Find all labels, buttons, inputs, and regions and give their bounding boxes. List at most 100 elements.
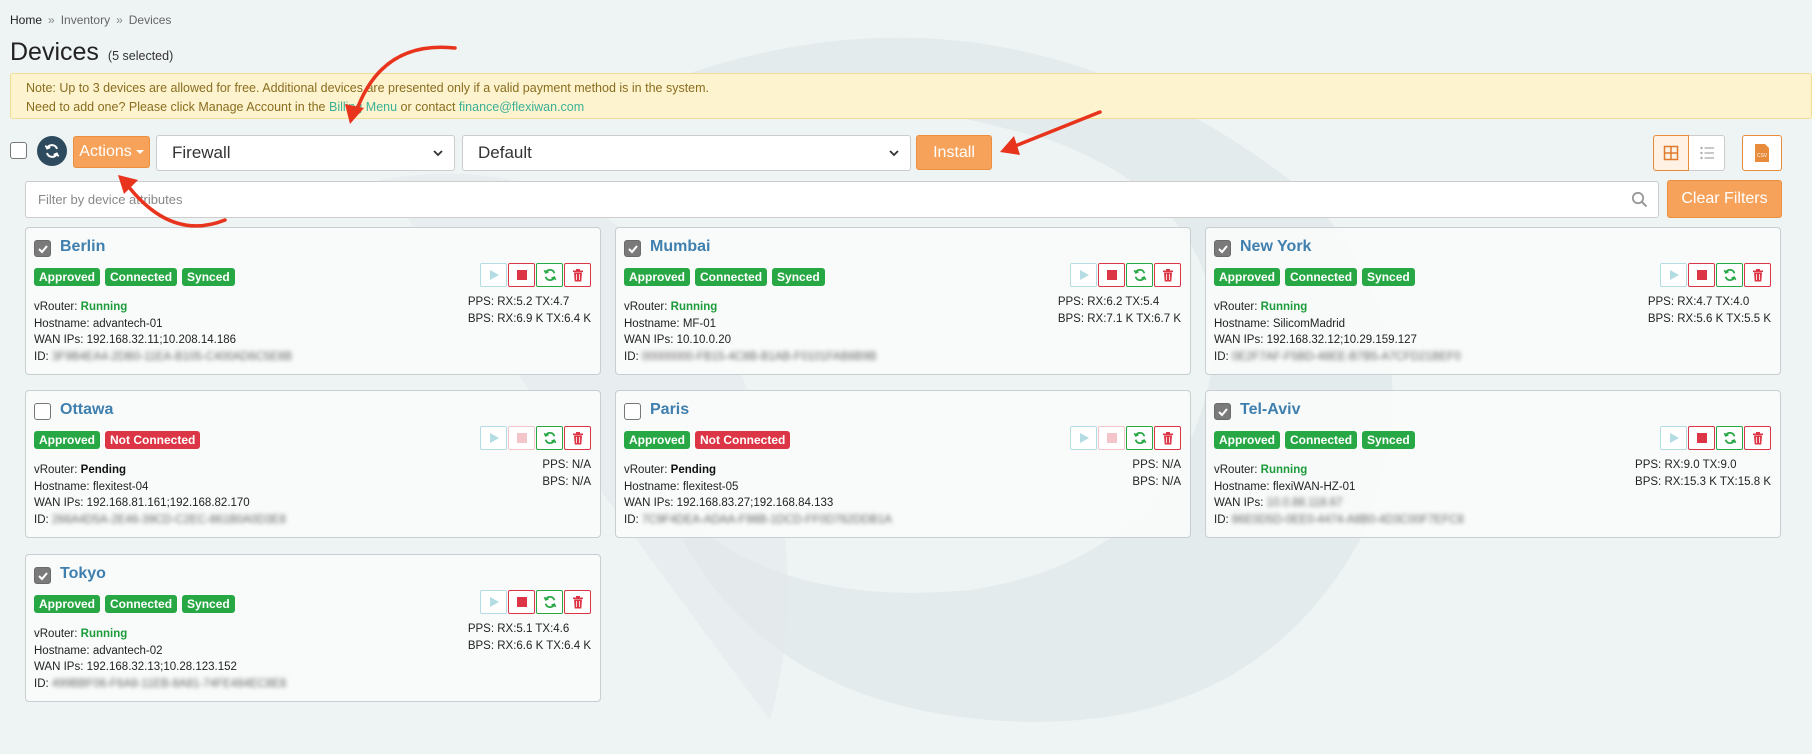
delete-button[interactable] (564, 426, 591, 450)
delete-button[interactable] (1154, 426, 1181, 450)
wan-ips-row: WAN IPs: 192.168.83.27;192.168.84.133 (624, 495, 892, 512)
breadcrumb-inventory[interactable]: Inventory (61, 13, 110, 27)
start-button[interactable] (480, 263, 507, 287)
delete-button[interactable] (1744, 263, 1771, 287)
pps-label: PPS: (1132, 459, 1159, 471)
device-name-link[interactable]: Mumbai (650, 238, 710, 256)
sync-button[interactable] (1716, 263, 1743, 287)
device-info: vRouter: Running Hostname: SilicomMadrid… (1214, 299, 1461, 365)
delete-button[interactable] (564, 590, 591, 614)
finance-email-link[interactable]: finance@flexiwan.com (459, 100, 584, 114)
start-button[interactable] (480, 426, 507, 450)
sync-button[interactable] (1126, 263, 1153, 287)
hostname-row: Hostname: advantech-01 (34, 316, 292, 333)
wan-ips-row: WAN IPs: 192.168.81.161;192.168.82.170 (34, 495, 286, 512)
start-button[interactable] (1070, 263, 1097, 287)
firewall-policy-select[interactable]: Firewall (156, 135, 455, 171)
stop-button[interactable] (1688, 263, 1715, 287)
vrouter-row: vRouter: Pending (624, 462, 892, 479)
list-icon (1699, 146, 1714, 160)
device-checkbox[interactable] (624, 240, 641, 257)
stop-button[interactable] (508, 426, 535, 450)
device-name-link[interactable]: Ottawa (60, 401, 113, 419)
device-name-link[interactable]: Paris (650, 401, 689, 419)
device-name-link[interactable]: Tokyo (60, 565, 106, 583)
device-checkbox[interactable] (1214, 240, 1231, 257)
wan-label: WAN IPs: (34, 661, 84, 673)
sync-button[interactable] (536, 590, 563, 614)
wan-label: WAN IPs: (34, 334, 84, 346)
start-button[interactable] (1660, 263, 1687, 287)
sync-button[interactable] (1126, 426, 1153, 450)
delete-button[interactable] (564, 263, 591, 287)
clear-filters-button[interactable]: Clear Filters (1667, 180, 1782, 218)
stop-button[interactable] (1098, 426, 1125, 450)
device-checkbox[interactable] (1214, 403, 1231, 420)
delete-button[interactable] (1154, 263, 1181, 287)
bps-row: BPS: RX:5.6 K TX:5.5 K (1648, 311, 1771, 328)
start-button[interactable] (1070, 426, 1097, 450)
pps-label: PPS: (542, 459, 569, 471)
wan-ips-row: WAN IPs: 192.168.32.12;10.29.159.127 (1214, 332, 1461, 349)
device-checkbox[interactable] (624, 403, 641, 420)
select-all-checkbox[interactable] (10, 142, 27, 159)
export-csv-button[interactable]: CSV (1742, 135, 1782, 171)
bps-value: RX:6.9 K TX:6.4 K (497, 312, 591, 325)
refresh-icon (44, 144, 60, 158)
policy-select-default[interactable]: Default (462, 135, 911, 171)
list-view-button[interactable] (1689, 135, 1725, 171)
device-name-link[interactable]: New York (1240, 238, 1311, 256)
status-badge: Connected (695, 268, 768, 286)
bps-label: BPS: (1647, 312, 1675, 325)
status-badges: Approved Connected Synced (34, 268, 235, 286)
device-checkbox[interactable] (34, 403, 51, 420)
traffic-stats: PPS: N/A BPS: N/A (542, 457, 591, 490)
grid-view-button[interactable] (1653, 135, 1689, 171)
sync-icon (543, 596, 556, 608)
delete-button[interactable] (1744, 426, 1771, 450)
install-button[interactable]: Install (916, 135, 992, 170)
device-action-buttons (1070, 263, 1181, 287)
status-badge: Synced (182, 268, 235, 286)
traffic-stats: PPS: RX:4.7 TX:4.0 BPS: RX:5.6 K TX:5.5 … (1648, 294, 1771, 327)
pps-row: PPS: RX:9.0 TX:9.0 (1635, 457, 1771, 474)
wan-ips-row: WAN IPs: 10.10.0.20 (624, 332, 877, 349)
status-badge: Not Connected (695, 431, 791, 449)
bps-row: BPS: RX:15.3 K TX:15.8 K (1635, 474, 1771, 491)
device-checkbox[interactable] (34, 567, 51, 584)
status-badge: Connected (105, 268, 178, 286)
device-checkbox[interactable] (34, 240, 51, 257)
trash-icon (1162, 431, 1173, 444)
stop-button[interactable] (508, 590, 535, 614)
wan-label: WAN IPs: (1214, 334, 1264, 346)
hostname-label: Hostname: (1214, 480, 1270, 493)
pps-row: PPS: RX:5.2 TX:4.7 (468, 294, 591, 311)
start-button[interactable] (480, 590, 507, 614)
breadcrumb-home[interactable]: Home (10, 13, 42, 27)
device-id-value: 3F9B4EA4-2DB0-11EA-B105-C400AD6C5E8B (51, 350, 293, 363)
device-name-link[interactable]: Berlin (60, 238, 105, 256)
vrouter-status: Pending (80, 464, 127, 476)
stop-button[interactable] (1098, 263, 1125, 287)
stop-icon (1106, 433, 1117, 443)
filter-input[interactable] (26, 182, 1658, 217)
start-button[interactable] (1660, 426, 1687, 450)
play-icon (1079, 433, 1089, 443)
sync-button[interactable] (536, 263, 563, 287)
billing-menu-link[interactable]: Billing Menu (329, 100, 397, 114)
stop-button[interactable] (1688, 426, 1715, 450)
refresh-button[interactable] (37, 136, 67, 166)
device-name-link[interactable]: Tel-Aviv (1240, 401, 1300, 419)
trash-icon (1162, 268, 1173, 281)
stop-icon (1106, 270, 1117, 280)
wan-label: WAN IPs: (624, 334, 674, 346)
sync-button[interactable] (1716, 426, 1743, 450)
stop-button[interactable] (508, 263, 535, 287)
bps-value: RX:15.3 K TX:15.8 K (1664, 475, 1771, 488)
trash-icon (1752, 268, 1763, 281)
hostname-value: SilicomMadrid (1272, 317, 1346, 330)
id-row: ID: 86E0D5D-0EE0-4474-A8B0-4D3C00F7EFC8 (1214, 512, 1464, 529)
actions-dropdown-button[interactable]: Actions (73, 136, 150, 168)
sync-button[interactable] (536, 426, 563, 450)
status-badge: Approved (34, 268, 101, 286)
